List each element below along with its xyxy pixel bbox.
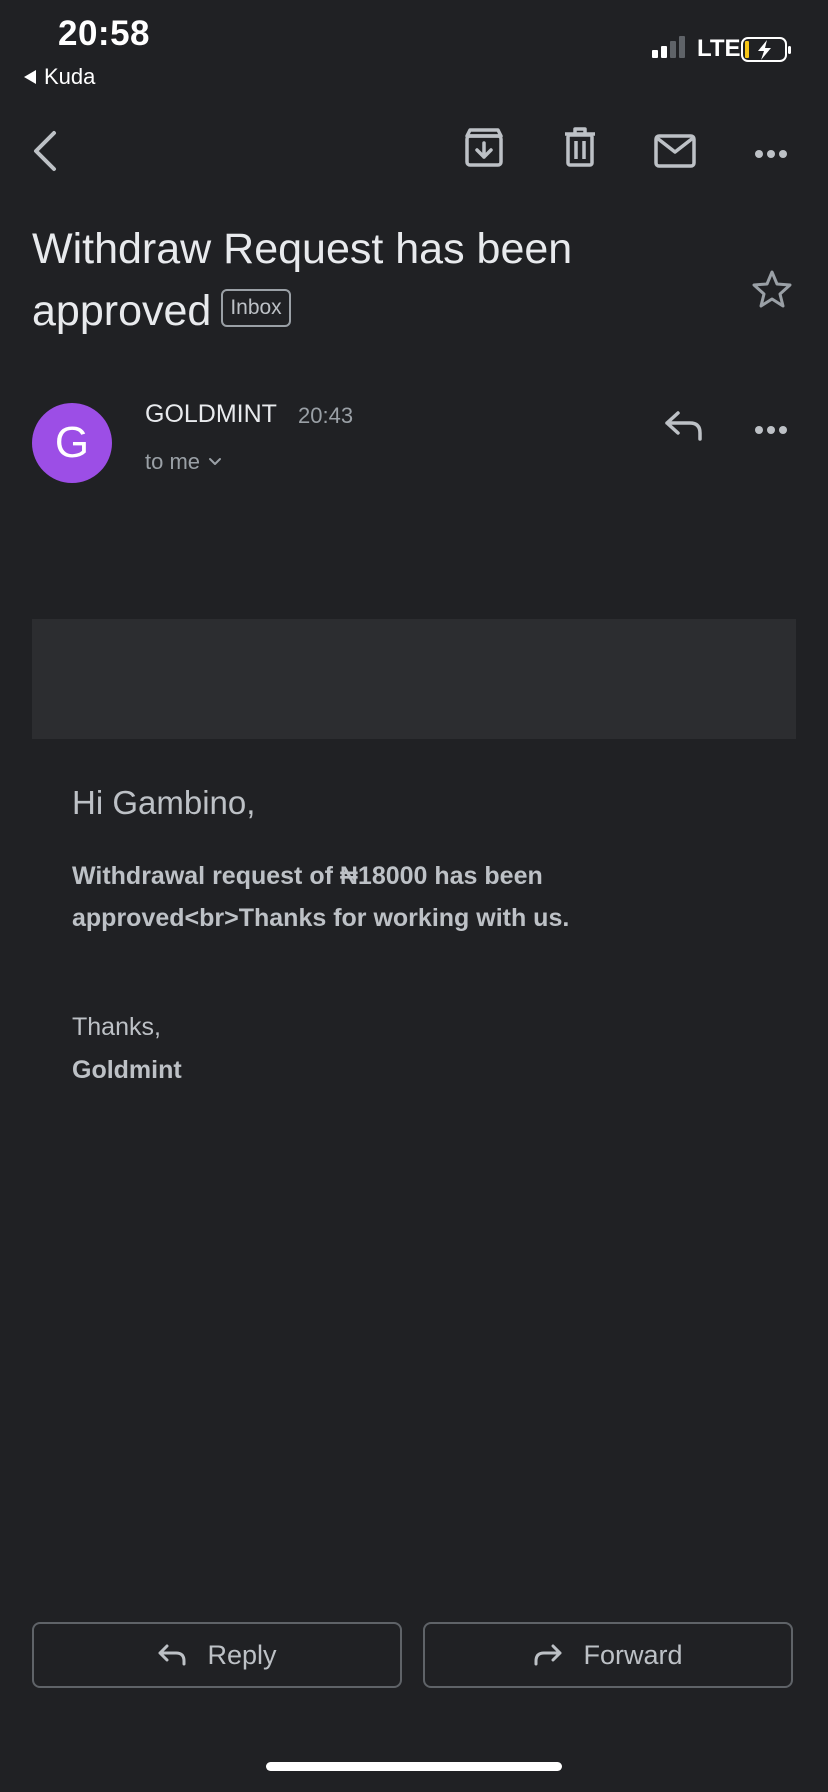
reply-button[interactable]: Reply xyxy=(32,1622,402,1688)
subject-text: Withdraw Request has been approved xyxy=(32,225,573,335)
email-greeting: Hi Gambino, xyxy=(72,784,256,821)
recipient-details-toggle[interactable]: to me xyxy=(145,449,222,475)
mail-icon[interactable] xyxy=(654,134,696,173)
reply-label: Reply xyxy=(207,1639,277,1670)
reply-arrow-icon xyxy=(158,1644,186,1666)
trash-icon[interactable] xyxy=(564,127,596,172)
back-triangle-icon xyxy=(24,70,36,84)
inbox-label-chip[interactable]: Inbox xyxy=(221,288,291,327)
status-time: 20:58 xyxy=(58,14,151,53)
reply-icon[interactable] xyxy=(664,410,704,447)
message-more-icon[interactable] xyxy=(754,422,788,440)
star-icon[interactable] xyxy=(752,270,792,313)
back-to-app-link[interactable]: Kuda xyxy=(24,64,95,90)
forward-arrow-icon xyxy=(534,1644,562,1666)
archive-icon[interactable] xyxy=(464,127,504,172)
back-arrow-icon[interactable] xyxy=(30,130,62,177)
sender-name[interactable]: GOLDMINT xyxy=(145,400,277,429)
chevron-down-icon xyxy=(209,458,222,465)
forward-button[interactable]: Forward xyxy=(423,1622,793,1688)
recipient-label: to me xyxy=(145,449,201,474)
email-body-text: Withdrawal request of ₦18000 has been ap… xyxy=(72,862,570,932)
more-icon[interactable] xyxy=(754,146,788,164)
forward-label: Forward xyxy=(583,1639,683,1670)
cellular-signal-icon xyxy=(652,36,685,58)
sender-avatar[interactable]: G xyxy=(32,403,112,483)
email-signoff: Thanks, xyxy=(72,1013,161,1041)
email-signature: Goldmint xyxy=(72,1056,182,1084)
email-header-banner xyxy=(32,619,796,739)
back-app-label: Kuda xyxy=(44,64,96,89)
network-type: LTE xyxy=(697,35,741,62)
email-time: 20:43 xyxy=(298,403,354,428)
email-subject: Withdraw Request has been approved Inbox xyxy=(32,218,732,342)
home-indicator[interactable] xyxy=(266,1762,562,1771)
battery-charging-icon xyxy=(741,36,793,69)
